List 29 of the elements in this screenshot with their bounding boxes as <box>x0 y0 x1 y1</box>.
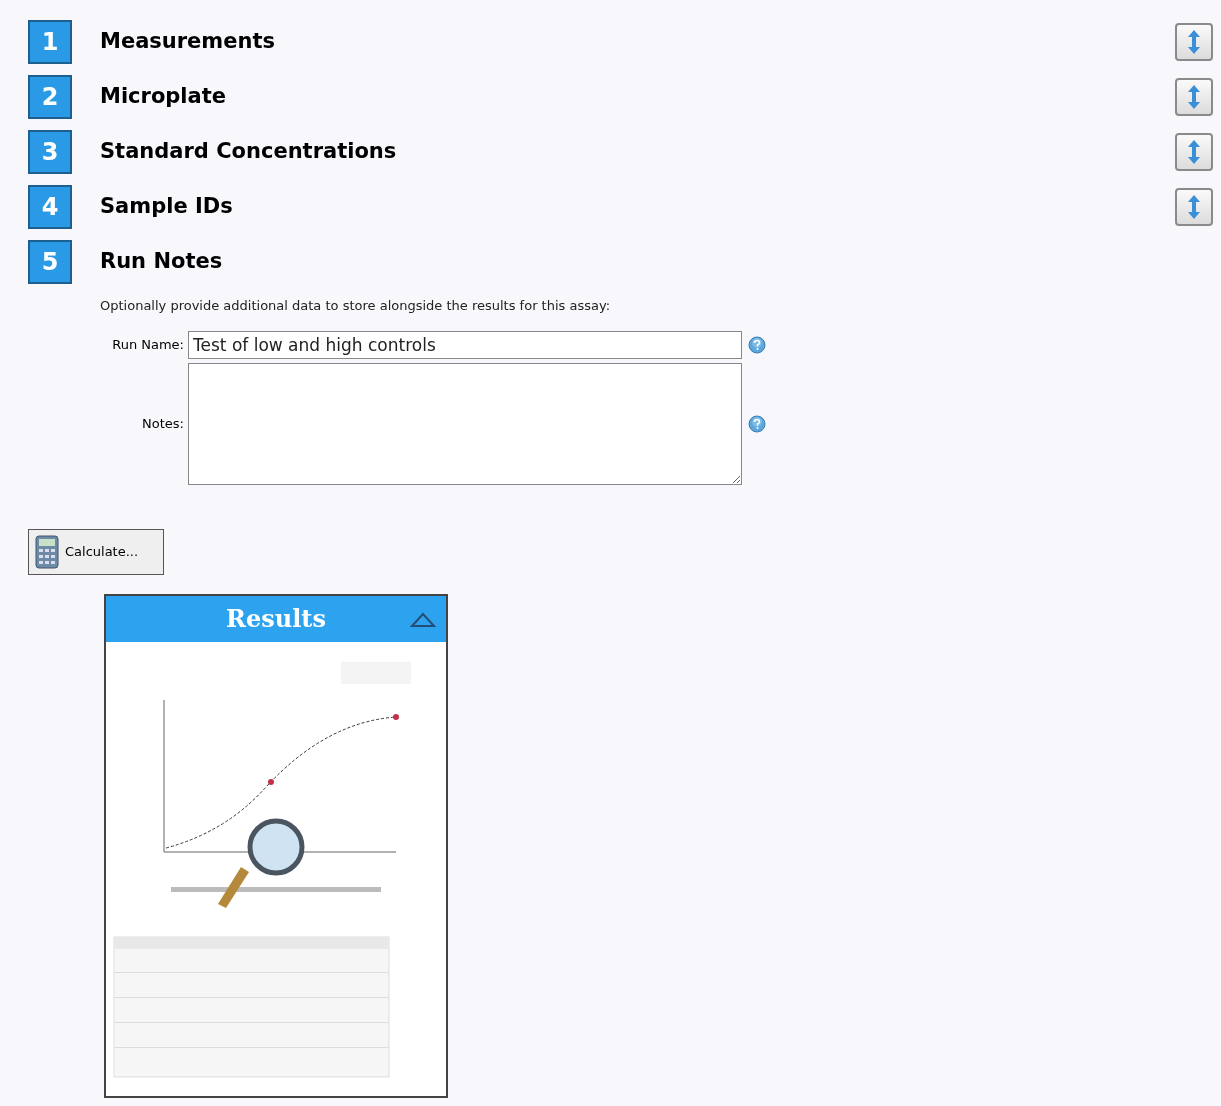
notes-field[interactable] <box>188 362 742 485</box>
up-down-arrow-icon <box>1187 29 1201 55</box>
run-name-field[interactable]: Test of low and high controls <box>188 330 742 359</box>
calculator-icon <box>35 534 59 569</box>
step-number: 2 <box>28 75 72 119</box>
step-title[interactable]: Standard Concentrations <box>100 136 1175 168</box>
results-title: Results <box>226 602 326 635</box>
collapse-triangle-icon[interactable] <box>410 611 436 628</box>
expand-toggle-button[interactable] <box>1175 78 1213 116</box>
expand-toggle-button[interactable] <box>1175 188 1213 226</box>
step-number: 4 <box>28 185 72 229</box>
step-number: 5 <box>28 240 72 284</box>
notes-label: Notes: <box>141 414 185 433</box>
step-title[interactable]: Measurements <box>100 26 1175 58</box>
up-down-arrow-icon <box>1187 194 1201 220</box>
step-title[interactable]: Sample IDs <box>100 191 1175 223</box>
up-down-arrow-icon <box>1187 139 1201 165</box>
step-title[interactable]: Run Notes <box>100 246 1213 278</box>
description-text: Optionally provide additional data to store alongside the results for this assay: <box>100 297 612 315</box>
step-title[interactable]: Microplate <box>100 81 1175 113</box>
up-down-arrow-icon <box>1187 84 1201 110</box>
run-name-label: Run Name: <box>111 335 185 354</box>
expand-toggle-button[interactable] <box>1175 133 1213 171</box>
help-icon[interactable] <box>748 414 766 433</box>
step-number: 1 <box>28 20 72 64</box>
calculate-button[interactable]: Calculate... <box>28 528 164 575</box>
step-number: 3 <box>28 130 72 174</box>
help-icon[interactable] <box>748 335 766 354</box>
expand-toggle-button[interactable] <box>1175 23 1213 61</box>
